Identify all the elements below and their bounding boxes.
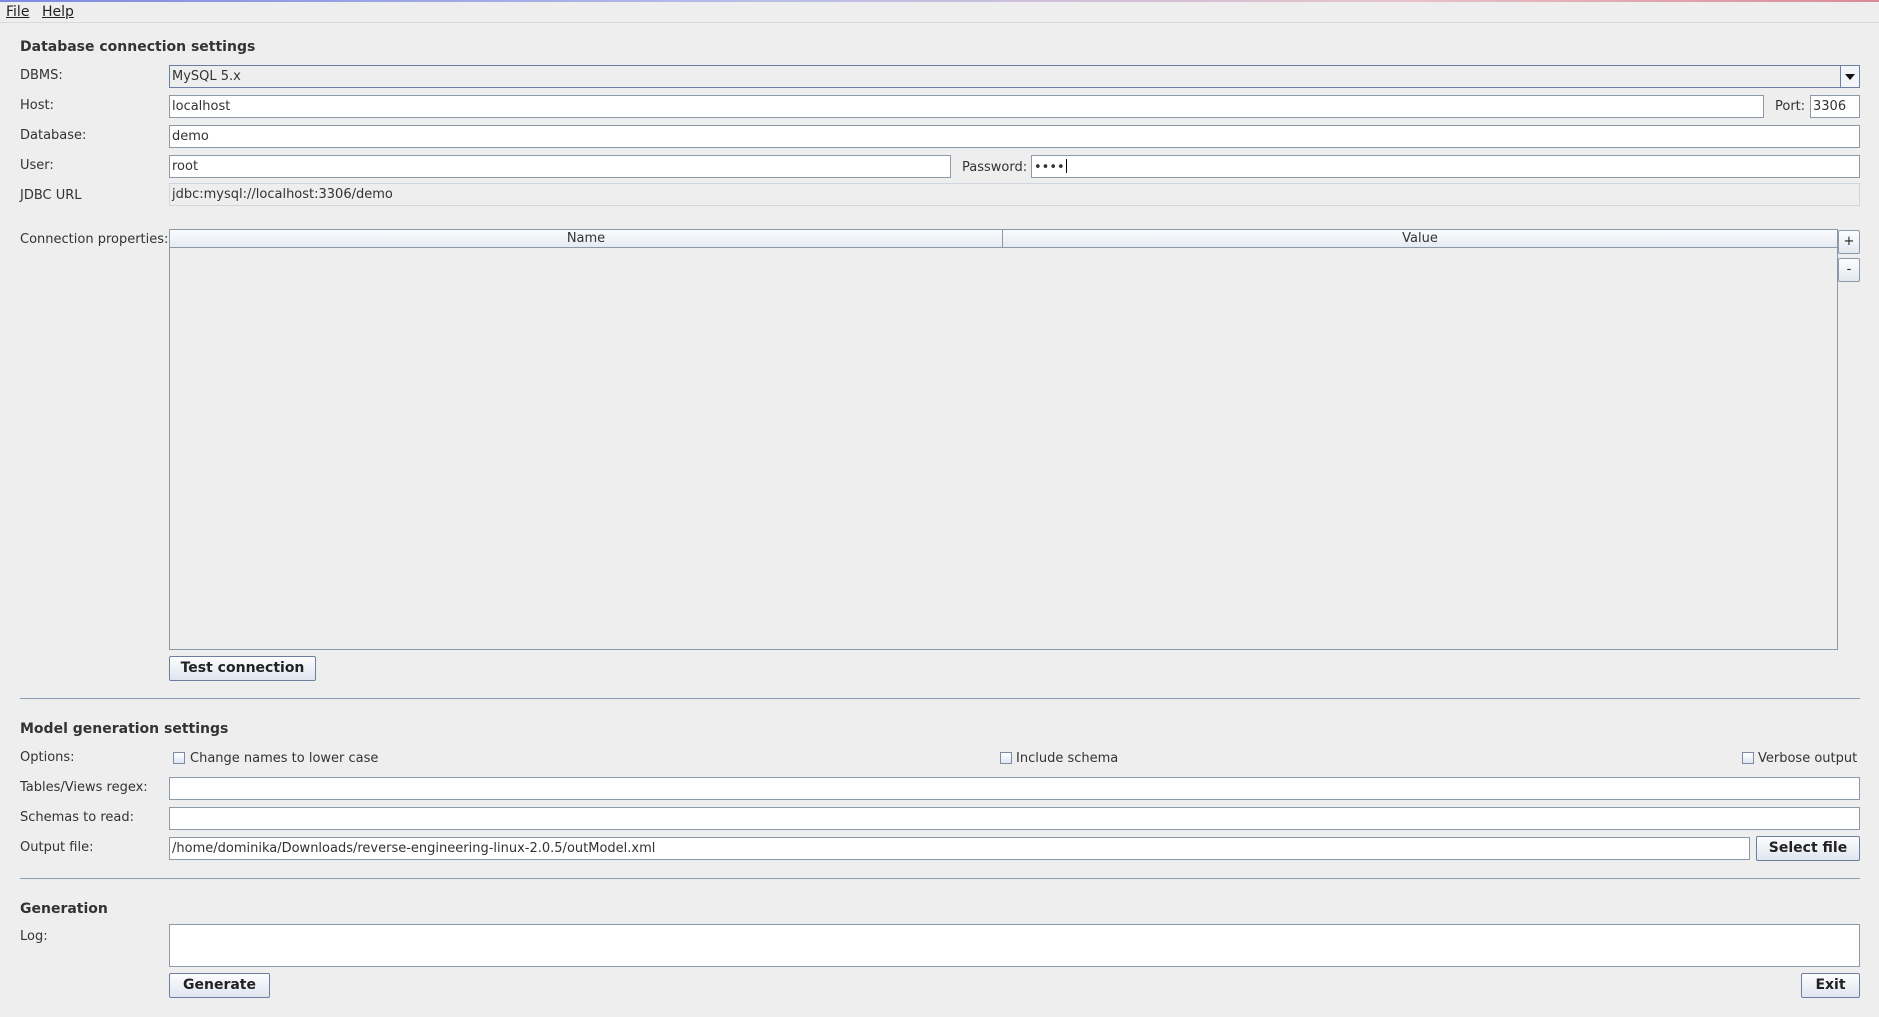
verbose-output-checkbox[interactable] [1742,752,1754,764]
include-schema-checkbox[interactable] [1000,752,1012,764]
remove-property-button[interactable]: - [1838,258,1860,282]
menu-bar: File Help [0,2,1879,23]
generate-button[interactable]: Generate [169,973,270,998]
lowercase-checkbox-label[interactable]: Change names to lower case [190,751,378,766]
connection-properties-label: Connection properties: [20,232,169,247]
include-schema-checkbox-label[interactable]: Include schema [1016,751,1118,766]
menu-help[interactable]: Help [42,4,74,20]
host-label: Host: [20,98,54,113]
schemas-label: Schemas to read: [20,810,135,825]
section-divider [20,878,1860,879]
output-file-label: Output file: [20,840,94,855]
column-header-name[interactable]: Name [170,230,1003,247]
port-field[interactable]: 3306 [1810,95,1860,118]
user-label: User: [20,158,54,173]
table-header: Name Value [170,230,1837,248]
password-masked-value: •••• [1034,160,1065,175]
regex-field[interactable] [169,777,1860,800]
dbms-label: DBMS: [20,68,63,83]
dbms-selected-value: MySQL 5.x [172,69,241,84]
password-label: Password: [962,160,1028,175]
database-field[interactable]: demo [169,125,1860,148]
add-property-button[interactable]: + [1838,230,1860,254]
jdbc-url-label: JDBC URL [20,188,82,203]
exit-button[interactable]: Exit [1801,973,1860,998]
host-field[interactable]: localhost [169,95,1764,118]
jdbc-url-field: jdbc:mysql://localhost:3306/demo [169,183,1860,206]
user-field[interactable]: root [169,155,951,178]
password-field[interactable]: •••• [1031,155,1860,178]
db-section-title: Database connection settings [20,39,256,55]
log-area[interactable] [169,924,1860,967]
schemas-field[interactable] [169,807,1860,830]
options-label: Options: [20,750,75,765]
verbose-output-checkbox-label[interactable]: Verbose output [1758,751,1857,766]
section-divider [20,698,1860,699]
connection-properties-table[interactable]: Name Value [169,229,1838,650]
chevron-down-icon[interactable] [1840,66,1859,87]
dbms-select[interactable]: MySQL 5.x [169,65,1860,88]
test-connection-button[interactable]: Test connection [169,656,316,681]
menu-file[interactable]: File [6,4,29,20]
generation-section-title: Generation [20,901,108,917]
lowercase-checkbox[interactable] [173,752,185,764]
log-label: Log: [20,929,48,944]
output-file-field[interactable]: /home/dominika/Downloads/reverse-enginee… [169,837,1750,860]
model-section-title: Model generation settings [20,721,229,737]
select-file-button[interactable]: Select file [1756,836,1860,861]
column-header-value[interactable]: Value [1003,230,1837,247]
regex-label: Tables/Views regex: [20,780,148,795]
database-label: Database: [20,128,87,143]
text-caret [1065,159,1067,173]
port-label: Port: [1775,99,1806,114]
